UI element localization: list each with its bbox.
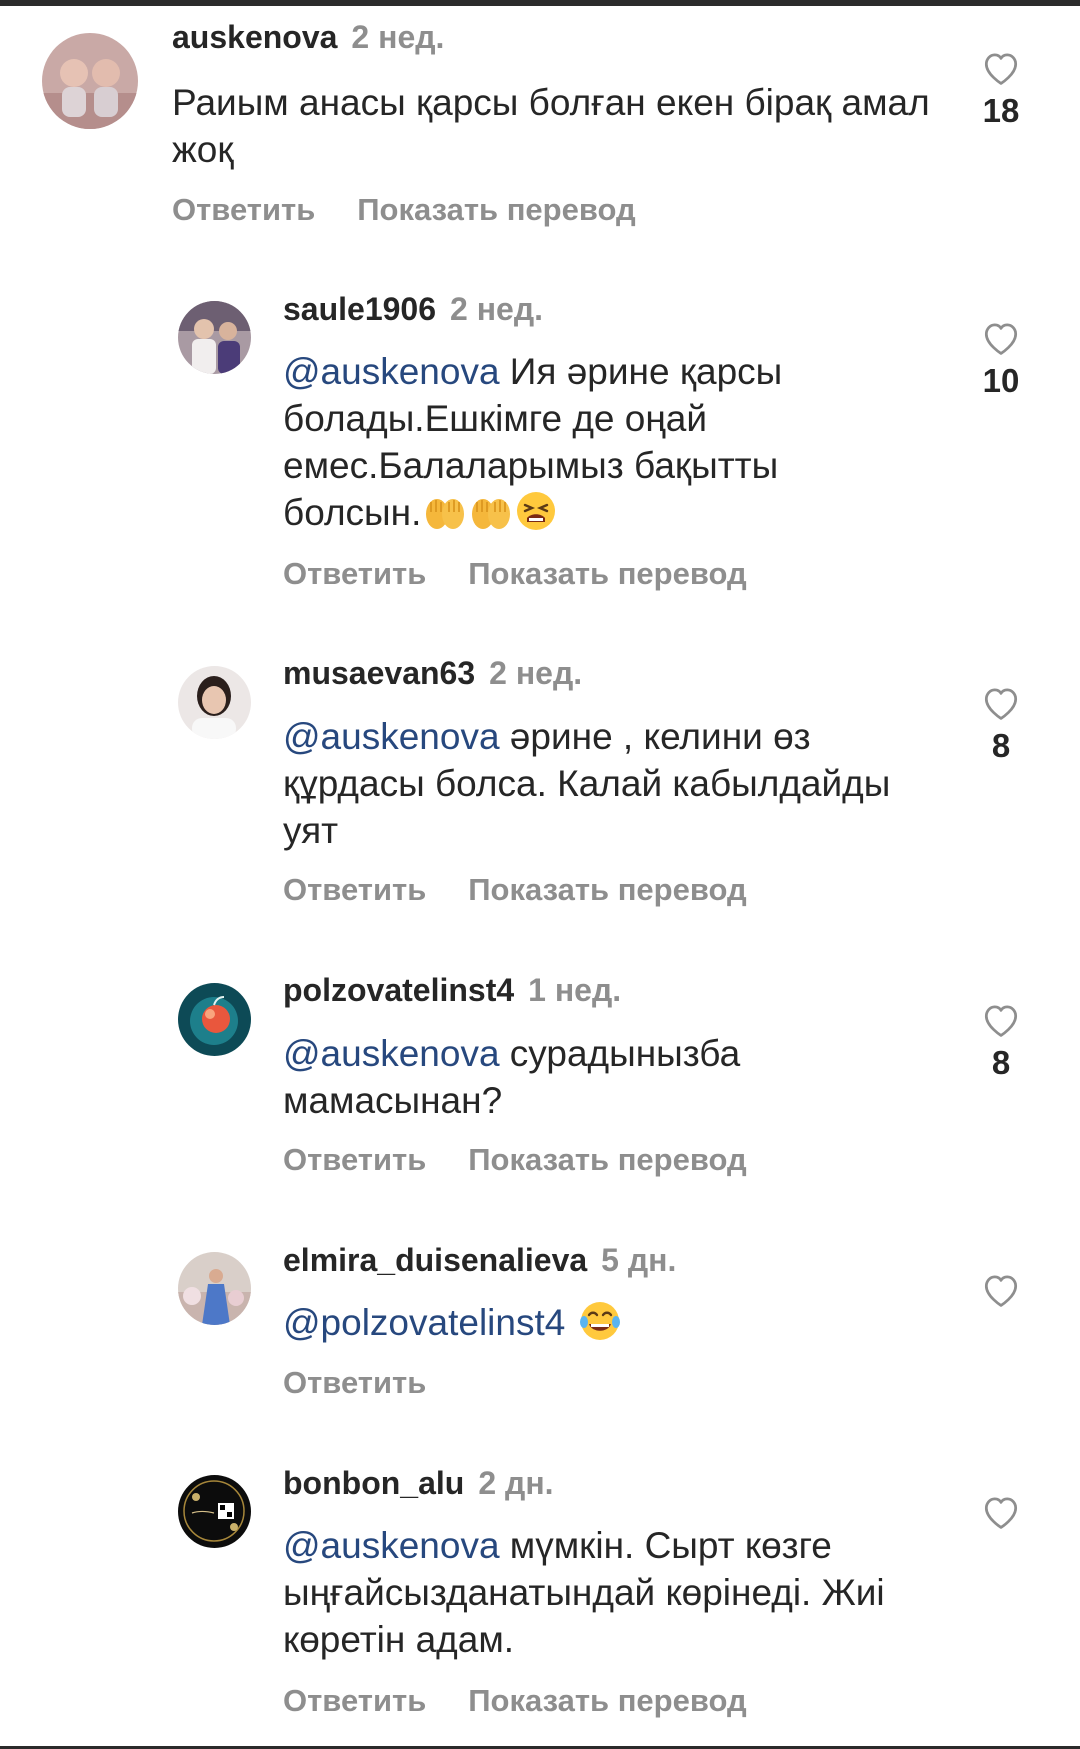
palms-up-together-emoji <box>423 492 467 543</box>
apple-art-avatar <box>178 983 251 1056</box>
woman-portrait-avatar <box>178 666 251 739</box>
like-control <box>975 1492 1027 1530</box>
comment-text: @auskenova сурадынызба мамасынан? <box>283 1030 923 1124</box>
comment-text: Раиым анасы қарсы болған екен бірақ амал… <box>172 79 932 173</box>
black-logo-qr-avatar <box>178 1475 251 1548</box>
mention-link[interactable]: @auskenova <box>283 716 500 757</box>
heart-icon[interactable] <box>980 1000 1022 1038</box>
like-control: 8 <box>975 1000 1027 1082</box>
like-count: 8 <box>991 727 1011 764</box>
timestamp: 5 дн. <box>601 1242 677 1278</box>
like-control: 18 <box>975 48 1027 130</box>
username[interactable]: polzovatelinst4 <box>283 972 514 1008</box>
mention-link[interactable]: @auskenova <box>283 1033 500 1074</box>
show-translation-button[interactable]: Показать перевод <box>468 1142 746 1177</box>
username[interactable]: auskenova <box>172 19 337 55</box>
like-control: 8 <box>975 683 1027 765</box>
username[interactable]: saule1906 <box>283 291 436 327</box>
heart-icon[interactable] <box>980 1492 1022 1530</box>
reply-button[interactable]: Ответить <box>283 1683 426 1718</box>
heart-icon[interactable] <box>980 1270 1022 1308</box>
like-count: 10 <box>982 362 1020 399</box>
palms-up-together-emoji <box>469 492 513 543</box>
like-count: 8 <box>991 1044 1011 1081</box>
avatar[interactable] <box>178 301 251 374</box>
reply-button[interactable]: Ответить <box>283 1365 426 1400</box>
reply-button[interactable]: Ответить <box>172 192 315 227</box>
reply-button[interactable]: Ответить <box>283 872 426 907</box>
like-count: 18 <box>982 92 1020 129</box>
timestamp: 2 дн. <box>478 1465 554 1501</box>
like-control <box>975 1270 1027 1308</box>
timestamp: 1 нед. <box>528 972 622 1008</box>
username[interactable]: bonbon_alu <box>283 1465 464 1501</box>
username[interactable]: elmira_duisenalieva <box>283 1242 587 1278</box>
twin-babies-photo-avatar <box>42 33 138 129</box>
mention-link[interactable]: @auskenova <box>283 351 500 392</box>
comment-body <box>565 1302 575 1343</box>
timestamp: 2 нед. <box>450 291 544 327</box>
avatar[interactable] <box>178 666 251 739</box>
tired-face-emoji <box>515 490 557 543</box>
avatar[interactable] <box>178 983 251 1056</box>
username[interactable]: musaevan63 <box>283 655 475 691</box>
timestamp: 2 нед. <box>489 655 583 691</box>
comment-text: @auskenova Ия әрине қарсы болады.Ешкімге… <box>283 348 923 543</box>
screen-top-edge <box>0 0 1080 6</box>
reply-button[interactable]: Ответить <box>283 1142 426 1177</box>
comment-text: @auskenova мүмкін. Сырт көзге ыңғайсызда… <box>283 1522 923 1663</box>
heart-icon[interactable] <box>980 318 1022 356</box>
show-translation-button[interactable]: Показать перевод <box>468 556 746 591</box>
woman-blue-dress-avatar <box>178 1252 251 1325</box>
show-translation-button[interactable]: Показать перевод <box>468 1683 746 1718</box>
avatar[interactable] <box>178 1252 251 1325</box>
timestamp: 2 нед. <box>351 19 445 55</box>
comment-text: @polzovatelinst4 <box>283 1299 923 1353</box>
heart-icon[interactable] <box>980 48 1022 86</box>
two-women-photo-avatar <box>178 301 251 374</box>
avatar[interactable] <box>178 1475 251 1548</box>
heart-icon[interactable] <box>980 683 1022 721</box>
like-control: 10 <box>975 318 1027 400</box>
comment-text: @auskenova әрине , келини өз құрдасы бол… <box>283 713 923 854</box>
tears-of-joy-emoji <box>578 1300 622 1353</box>
show-translation-button[interactable]: Показать перевод <box>468 872 746 907</box>
mention-link[interactable]: @polzovatelinst4 <box>283 1302 565 1343</box>
comment-body: Раиым анасы қарсы болған екен бірақ амал… <box>172 82 930 170</box>
show-translation-button[interactable]: Показать перевод <box>357 192 635 227</box>
avatar[interactable] <box>42 33 138 129</box>
mention-link[interactable]: @auskenova <box>283 1525 500 1566</box>
reply-button[interactable]: Ответить <box>283 556 426 591</box>
